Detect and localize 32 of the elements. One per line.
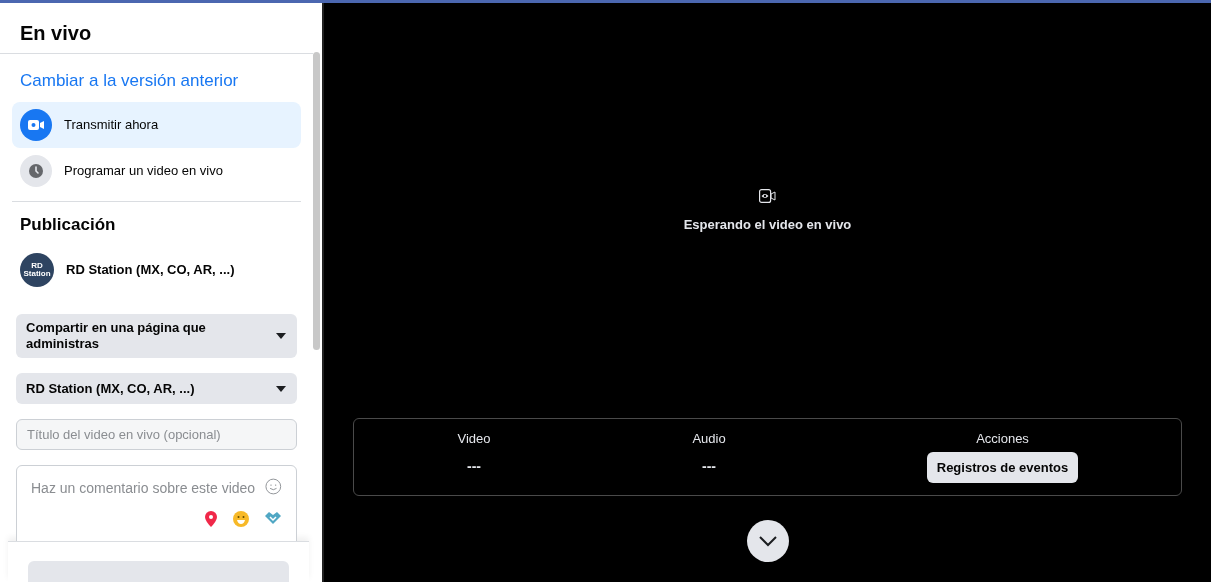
waiting-status: Esperando el video en vivo	[683, 216, 852, 234]
panel-title: En vivo	[20, 21, 93, 45]
caret-icon	[275, 332, 287, 340]
location-pin-icon[interactable]	[204, 511, 218, 527]
comment-field[interactable]: Haz un comentario sobre este video	[16, 465, 297, 541]
comment-textarea[interactable]: Haz un comentario sobre este video	[31, 478, 266, 499]
video-camera-icon	[759, 189, 776, 203]
title-input-field[interactable]: Título del video en vivo (opcional)	[16, 419, 297, 450]
handshake-icon[interactable]	[264, 511, 282, 525]
page-name: RD Station (MX, CO, AR, ...)	[66, 261, 235, 280]
stat-value: ---	[702, 457, 716, 476]
avatar-text: RD Station	[22, 262, 52, 278]
smiley-icon[interactable]	[265, 478, 282, 495]
option-label: Programar un video en vivo	[64, 161, 223, 180]
share-dropdown[interactable]: Compartir en una página que administras	[16, 314, 297, 358]
live-option[interactable]: Transmitir ahora	[12, 101, 301, 148]
emoji-face-icon[interactable]	[233, 511, 249, 527]
switch-version-link[interactable]: Cambiar a la versión anterior	[0, 54, 313, 102]
caret-icon	[275, 384, 287, 393]
scrollbar-thumb[interactable]	[313, 52, 320, 350]
clock-icon	[20, 154, 52, 187]
event-log-button[interactable]: Registros de eventos	[926, 452, 1079, 483]
stat-label: Video	[457, 429, 491, 448]
stat-label: Acciones	[976, 429, 1029, 448]
expand-button[interactable]	[746, 519, 789, 562]
section-title: Publicación	[19, 213, 117, 236]
chevron-down-icon	[757, 534, 778, 547]
option-label: Transmitir ahora	[64, 115, 159, 134]
video-camera-icon	[20, 108, 52, 141]
stat-value: ---	[467, 457, 481, 476]
stat-label: Audio	[692, 429, 726, 448]
page-dropdown[interactable]: RD Station (MX, CO, AR, ...)	[16, 373, 297, 404]
